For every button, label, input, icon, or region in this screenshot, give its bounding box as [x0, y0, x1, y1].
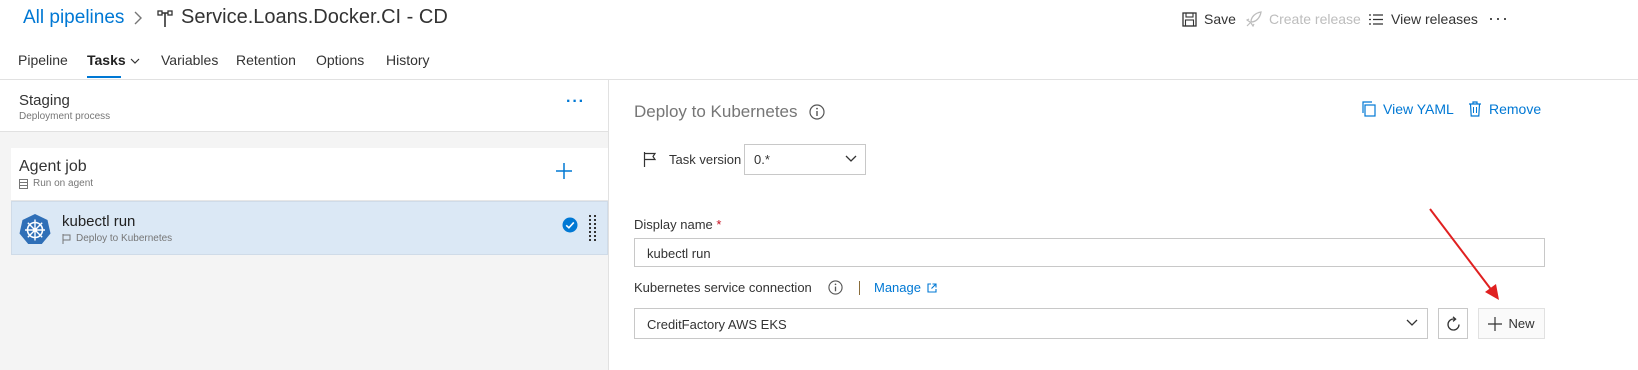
remove-label: Remove: [1489, 101, 1542, 117]
chevron-down-icon: [845, 155, 857, 162]
view-releases-button[interactable]: View releases: [1368, 11, 1478, 27]
flag-icon: [62, 233, 71, 244]
tab-tasks[interactable]: Tasks: [87, 52, 140, 68]
agent-job-name: Agent job: [19, 158, 87, 175]
tab-history[interactable]: History: [386, 52, 430, 68]
create-release-button[interactable]: Create release: [1246, 11, 1361, 27]
tab-bar: Pipeline Tasks Variables Retention Optio…: [0, 44, 1638, 80]
tab-options[interactable]: Options: [316, 52, 364, 68]
stage-header[interactable]: Staging Deployment process ···: [0, 80, 608, 132]
manage-link-label: Manage: [874, 280, 921, 295]
stage-subtitle: Deployment process: [19, 111, 111, 122]
display-name-input[interactable]: kubectl run: [634, 238, 1545, 267]
external-link-icon: [927, 282, 937, 293]
create-release-label: Create release: [1269, 11, 1361, 27]
task-subtitle-text: Deploy to Kubernetes: [76, 233, 173, 244]
flag-icon: [643, 152, 657, 167]
chevron-down-icon: [1406, 319, 1418, 326]
info-icon[interactable]: [809, 104, 825, 120]
tab-retention[interactable]: Retention: [236, 52, 296, 68]
refresh-button[interactable]: [1438, 308, 1468, 339]
task-kubectl-run[interactable]: kubectl run Deploy to Kubernetes: [11, 201, 608, 255]
grip-icon[interactable]: [589, 215, 597, 241]
manage-link[interactable]: Manage: [874, 280, 937, 295]
save-icon: [1182, 11, 1197, 27]
task-name: kubectl run: [62, 213, 136, 230]
view-releases-label: View releases: [1391, 11, 1478, 27]
agent-job-subtitle: Run on agent: [19, 178, 93, 189]
header: All pipelines Service.Loans.Docker.CI - …: [0, 0, 1638, 40]
save-label: Save: [1204, 11, 1236, 27]
rocket-icon: [1246, 11, 1262, 27]
copy-icon: [1362, 101, 1376, 117]
pipeline-icon: [157, 10, 173, 27]
more-actions-button[interactable]: ···: [1488, 8, 1509, 29]
plus-icon: [1488, 316, 1503, 331]
view-yaml-label: View YAML: [1383, 101, 1454, 117]
chevron-right-icon: [134, 11, 142, 25]
display-name-label: Display name *: [634, 217, 721, 232]
new-button-label: New: [1508, 316, 1535, 331]
breadcrumb-all-pipelines[interactable]: All pipelines: [23, 7, 124, 29]
agent-job[interactable]: Agent job Run on agent: [11, 148, 608, 201]
display-name-value: kubectl run: [647, 246, 711, 261]
tab-pipeline[interactable]: Pipeline: [18, 52, 68, 68]
plus-icon[interactable]: [554, 161, 574, 181]
stage-more-button[interactable]: ···: [566, 93, 585, 111]
refresh-icon: [1447, 316, 1460, 331]
check-circle-icon[interactable]: [562, 217, 578, 233]
required-marker: *: [716, 217, 722, 232]
kubernetes-icon: [19, 214, 51, 244]
task-panel-title: Deploy to Kubernetes: [634, 102, 798, 121]
page-title: Service.Loans.Docker.CI - CD: [181, 6, 448, 28]
task-subtitle: Deploy to Kubernetes: [62, 233, 172, 244]
remove-task-button[interactable]: Remove: [1468, 101, 1541, 117]
new-connection-button[interactable]: New: [1478, 308, 1545, 339]
k8s-connection-value: CreditFactory AWS EKS: [647, 317, 787, 332]
list-icon: [1369, 13, 1383, 25]
save-button[interactable]: Save: [1182, 11, 1236, 27]
active-tab-indicator: [87, 76, 121, 78]
view-yaml-button[interactable]: View YAML: [1361, 101, 1454, 117]
display-name-label-text: Display name: [634, 217, 713, 232]
server-icon: [19, 178, 28, 189]
trash-icon: [1469, 101, 1481, 117]
separator: [859, 281, 860, 295]
k8s-connection-dropdown[interactable]: CreditFactory AWS EKS: [634, 308, 1428, 339]
stage-name: Staging: [19, 92, 70, 109]
agent-job-subtitle-text: Run on agent: [33, 178, 94, 189]
task-version-label: Task version: [669, 152, 742, 167]
tab-tasks-label: Tasks: [87, 52, 126, 68]
task-version-dropdown[interactable]: 0.*: [744, 144, 866, 175]
info-icon[interactable]: [828, 280, 843, 295]
k8s-connection-label: Kubernetes service connection: [634, 280, 812, 295]
chevron-down-icon: [130, 58, 140, 64]
process-pane: Staging Deployment process ··· Agent job…: [0, 80, 609, 370]
tab-variables[interactable]: Variables: [161, 52, 218, 68]
task-version-value: 0.*: [754, 152, 770, 167]
